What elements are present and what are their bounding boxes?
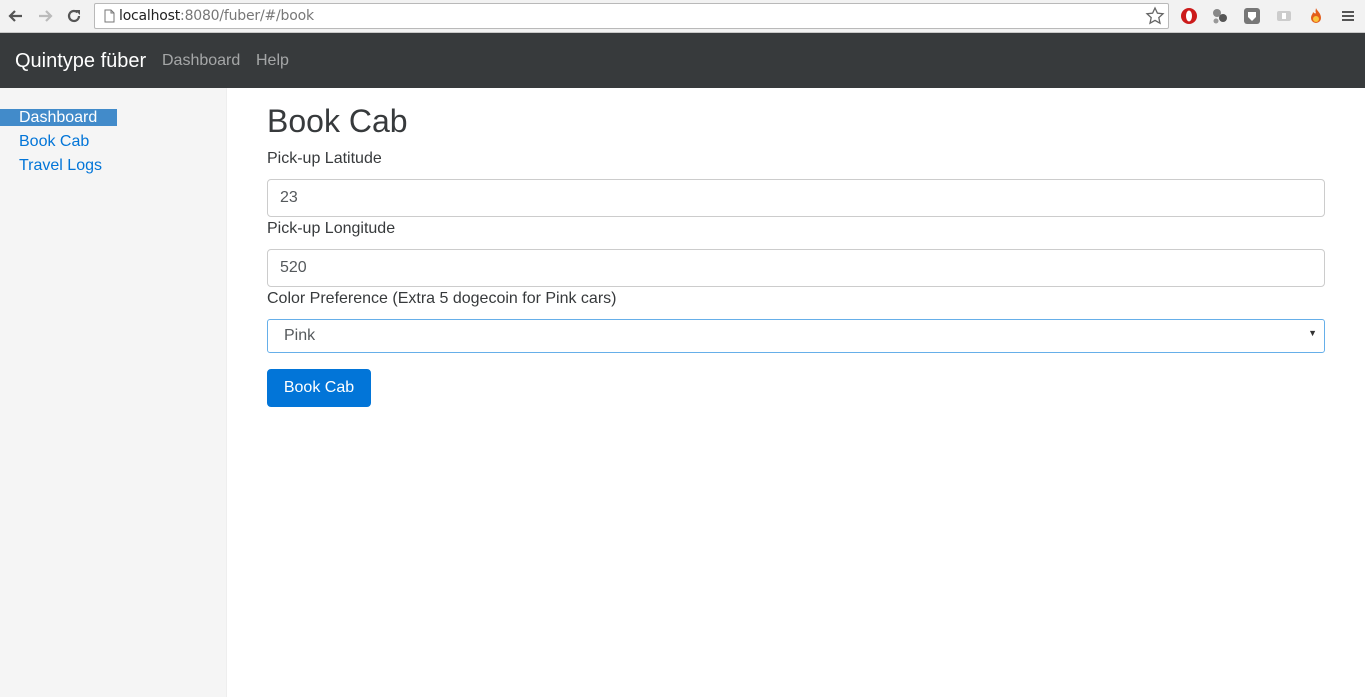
fire-extension-icon[interactable]: [1306, 5, 1326, 27]
molecule-extension-icon[interactable]: [1210, 5, 1230, 27]
sidebar-item-travel-logs[interactable]: Travel Logs: [0, 157, 102, 174]
color-preference-select[interactable]: Pink ▼: [267, 319, 1325, 353]
badge-extension-icon[interactable]: [1274, 5, 1294, 27]
shield-extension-icon[interactable]: [1242, 5, 1262, 27]
url-text: localhost:8080/fuber/#/book: [119, 8, 314, 24]
sidebar-item-dashboard[interactable]: Dashboard: [0, 109, 117, 126]
book-cab-button[interactable]: Book Cab: [267, 369, 371, 407]
brand-link[interactable]: Quintype füber: [15, 50, 146, 73]
forward-arrow-icon[interactable]: [35, 6, 55, 26]
color-preference-value: Pink: [284, 327, 316, 344]
longitude-input[interactable]: [267, 249, 1325, 287]
color-preference-label: Color Preference (Extra 5 dogecoin for P…: [267, 290, 617, 307]
top-navbar: Quintype füber Dashboard Help: [0, 33, 1365, 88]
bookmark-star-icon[interactable]: [1145, 6, 1165, 26]
sidebar-item-book-cab[interactable]: Book Cab: [0, 133, 89, 150]
page-title: Book Cab: [267, 103, 408, 139]
sidebar: Dashboard Book Cab Travel Logs: [0, 88, 227, 697]
browser-toolbar: localhost:8080/fuber/#/book: [0, 0, 1365, 33]
longitude-label: Pick-up Longitude: [267, 220, 396, 237]
nav-link-dashboard[interactable]: Dashboard: [162, 52, 240, 70]
latitude-input[interactable]: [267, 179, 1325, 217]
back-arrow-icon[interactable]: [6, 6, 26, 26]
latitude-label: Pick-up Latitude: [267, 150, 382, 167]
reload-icon[interactable]: [64, 6, 84, 26]
address-bar[interactable]: localhost:8080/fuber/#/book: [94, 3, 1169, 29]
opera-extension-icon[interactable]: [1179, 5, 1199, 27]
chevron-down-icon: ▼: [1308, 328, 1317, 338]
nav-link-help[interactable]: Help: [256, 52, 289, 70]
menu-icon[interactable]: [1338, 5, 1358, 27]
page-icon: [104, 9, 115, 23]
